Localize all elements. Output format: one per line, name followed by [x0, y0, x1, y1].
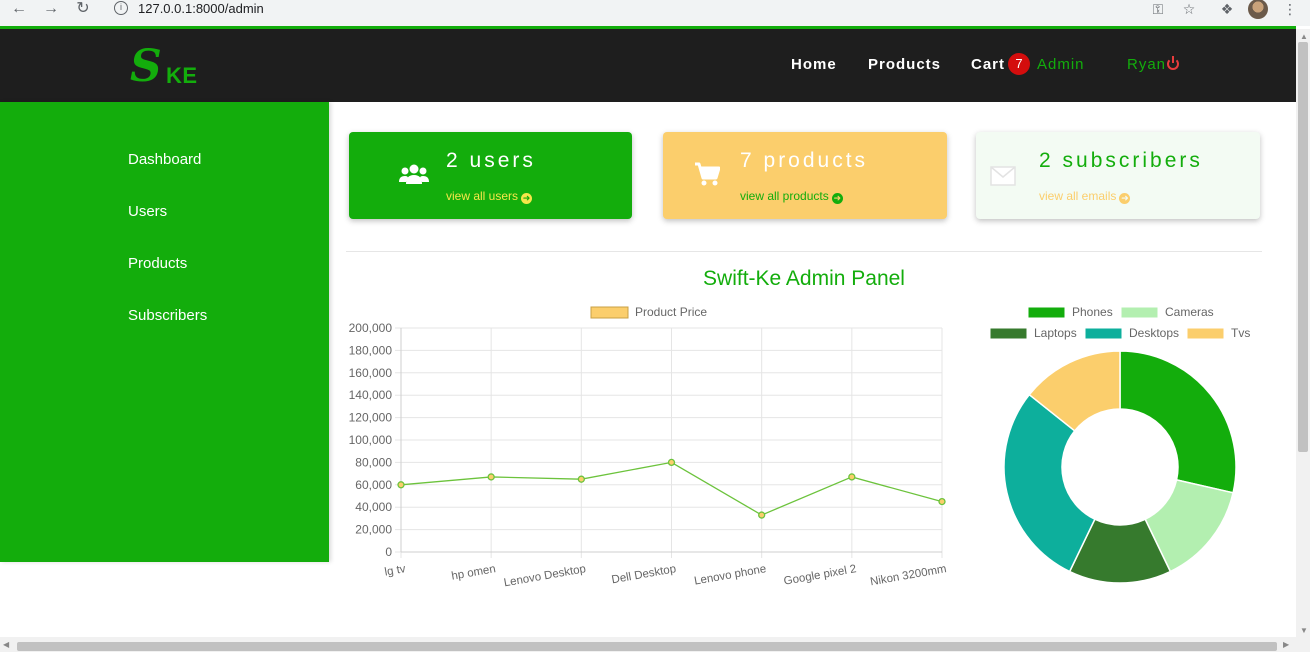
- horizontal-scroll-thumb[interactable]: [17, 642, 1277, 651]
- star-icon[interactable]: ☆: [1179, 0, 1199, 18]
- logo-ke: KE: [166, 63, 198, 88]
- y-tick-label: 120,000: [349, 411, 393, 425]
- legend-swatch-cameras: [1120, 306, 1159, 319]
- y-tick-label: 180,000: [349, 343, 393, 357]
- view-all-users-label: view all users: [446, 189, 519, 203]
- extensions-icon[interactable]: ❖: [1217, 0, 1237, 18]
- data-point: [397, 481, 405, 489]
- scroll-up-icon[interactable]: ▲: [1300, 32, 1308, 41]
- y-tick-label: 200,000: [349, 321, 393, 335]
- users-card: 2 users view all users ➜: [349, 132, 632, 219]
- reload-icon[interactable]: ↻: [72, 0, 94, 18]
- y-tick-label: 0: [385, 545, 392, 559]
- y-tick-label: 60,000: [355, 478, 392, 492]
- x-tick-label: Lenovo phone: [693, 563, 767, 587]
- profile-avatar[interactable]: [1248, 0, 1268, 19]
- product-price-line-chart: Product Price 0 20,000 40,000 60,000 80,000 10…: [349, 305, 948, 589]
- legend-swatch-phones: [1027, 306, 1066, 319]
- subscribers-card: 2 subscribers view all emails ➜: [976, 132, 1260, 219]
- legend-label-desktops: Desktops: [1129, 326, 1179, 340]
- divider: [346, 251, 1262, 252]
- legend-swatch-desktops: [1084, 327, 1123, 340]
- logo-s: S: [130, 41, 162, 92]
- navbar: S KE Home Products Cart 7 Admin Ryan: [0, 29, 1296, 102]
- nav-home[interactable]: Home: [791, 56, 837, 73]
- scroll-down-icon[interactable]: ▼: [1300, 626, 1308, 635]
- data-point: [938, 497, 946, 506]
- y-tick-label: 140,000: [349, 388, 393, 402]
- y-tick-label: 100,000: [349, 433, 393, 447]
- legend-label-product-price: Product Price: [635, 305, 707, 319]
- nav-cart[interactable]: Cart: [971, 56, 1005, 73]
- cart-count-badge: 7: [1008, 53, 1030, 75]
- sidebar-item-subscribers[interactable]: Subscribers: [128, 307, 207, 324]
- users-count: 2 users: [446, 149, 536, 172]
- x-tick-label: lg tv: [384, 563, 407, 579]
- browser-toolbar: ← → ↻ i 127.0.0.1:8000/admin ⚿ ☆ ❖ ⋮: [0, 0, 1310, 26]
- power-logout-icon[interactable]: [1167, 56, 1179, 70]
- forward-arrow-icon[interactable]: →: [40, 0, 62, 18]
- arrow-circle-right-icon: ➜: [521, 193, 533, 204]
- y-tick-label: 40,000: [355, 500, 392, 514]
- slice-phones: [1119, 350, 1237, 494]
- legend-label-phones: Phones: [1072, 305, 1113, 319]
- sidebar-item-users[interactable]: Users: [128, 203, 167, 220]
- users-icon: [399, 164, 429, 184]
- sidebar-item-dashboard[interactable]: Dashboard: [128, 151, 201, 168]
- legend-label-tvs: Tvs: [1231, 326, 1250, 340]
- products-card: 7 products view all products ➜: [663, 132, 947, 219]
- x-tick-label: Lenovo Desktop: [503, 563, 587, 589]
- envelope-icon: [990, 166, 1016, 186]
- data-point: [758, 511, 766, 519]
- legend-swatch-tvs: [1186, 327, 1225, 340]
- category-doughnut-chart: Phones Cameras Laptops Desktops Tvs: [989, 305, 1250, 584]
- sidebar-item-products[interactable]: Products: [128, 255, 187, 272]
- x-tick-label: Google pixel 2: [783, 563, 857, 588]
- y-tick-label: 160,000: [349, 366, 393, 380]
- y-tick-label: 20,000: [355, 523, 392, 537]
- panel-title: Swift-Ke Admin Panel: [703, 267, 905, 290]
- view-all-products-link[interactable]: view all products ➜: [740, 189, 843, 204]
- cart-icon: [695, 162, 720, 186]
- sidebar: Dashboard Users Products Subscribers: [0, 102, 329, 562]
- scroll-right-icon[interactable]: ▶: [1283, 640, 1289, 649]
- products-count: 7 products: [740, 149, 869, 172]
- arrow-circle-right-icon: ➜: [831, 193, 843, 204]
- legend-swatch-laptops: [989, 327, 1028, 340]
- x-tick-label: hp omen: [451, 563, 497, 583]
- view-all-products-label: view all products: [740, 189, 829, 203]
- data-point: [667, 458, 676, 467]
- view-all-emails-link[interactable]: view all emails ➜: [1039, 189, 1131, 204]
- nav-products[interactable]: Products: [868, 56, 941, 73]
- data-point: [487, 473, 495, 481]
- view-all-emails-label: view all emails: [1039, 189, 1117, 203]
- menu-dots-icon[interactable]: ⋮: [1283, 0, 1297, 18]
- legend-label-cameras: Cameras: [1165, 305, 1214, 319]
- y-tick-label: 80,000: [355, 455, 392, 469]
- key-icon[interactable]: ⚿: [1148, 0, 1168, 18]
- logo[interactable]: S KE: [130, 41, 210, 92]
- legend-swatch-product-price: [590, 306, 629, 319]
- vertical-scroll-thumb[interactable]: [1298, 42, 1308, 452]
- legend-label-laptops: Laptops: [1034, 326, 1077, 340]
- x-tick-label: Dell Desktop: [611, 563, 677, 586]
- info-icon[interactable]: i: [114, 1, 128, 15]
- data-point: [848, 473, 856, 481]
- address-bar[interactable]: i 127.0.0.1:8000/admin: [104, 0, 1134, 18]
- view-all-users-link[interactable]: view all users ➜: [446, 189, 533, 204]
- arrow-circle-right-icon: ➜: [1119, 193, 1131, 204]
- back-arrow-icon[interactable]: ←: [8, 0, 30, 18]
- scroll-left-icon[interactable]: ◀: [3, 640, 9, 649]
- nav-admin[interactable]: Admin: [1037, 56, 1085, 73]
- nav-user[interactable]: Ryan: [1127, 56, 1166, 73]
- url-text[interactable]: 127.0.0.1:8000/admin: [138, 1, 264, 16]
- x-tick-label: Nikon 3200mm: [869, 563, 947, 588]
- data-point: [577, 475, 585, 483]
- subscribers-count: 2 subscribers: [1039, 149, 1203, 172]
